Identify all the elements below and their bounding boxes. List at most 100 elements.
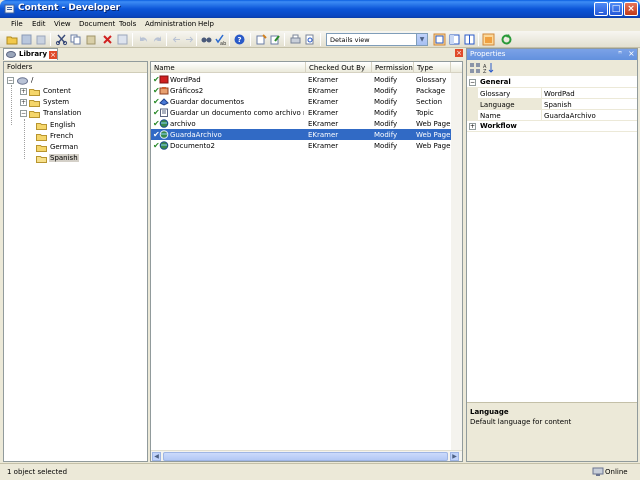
preview-icon[interactable] [303, 33, 316, 46]
tree-node-english[interactable]: English [36, 120, 96, 131]
cell-permission: Modify [374, 120, 398, 128]
cell-name: WordPad [170, 76, 201, 84]
menu-edit[interactable]: Edit [32, 20, 46, 28]
menu-bar: File Edit View Document Tools Administra… [0, 18, 640, 31]
expand-toggle[interactable]: + [20, 88, 27, 95]
menu-file[interactable]: File [11, 20, 23, 28]
redo-icon[interactable] [151, 33, 164, 46]
menu-help[interactable]: Help [198, 20, 214, 28]
close-properties-icon[interactable]: × [628, 49, 635, 58]
maximize-button[interactable]: □ [609, 2, 623, 16]
categorized-icon[interactable] [469, 62, 481, 74]
paste-icon[interactable] [85, 33, 98, 46]
view-mode-select[interactable]: Details view ▼ [326, 33, 428, 46]
category-workflow[interactable]: + Workflow [467, 121, 637, 132]
menu-document[interactable]: Document [79, 20, 115, 28]
scroll-thumb[interactable] [163, 452, 448, 461]
property-value[interactable]: Spanish [544, 101, 572, 109]
tree-node-spanish[interactable]: Spanish [36, 153, 96, 164]
close-library-panel-icon[interactable]: × [455, 49, 463, 57]
close-button[interactable]: × [624, 2, 638, 16]
expand-toggle[interactable]: + [469, 123, 476, 130]
cell-permission: Modify [374, 131, 398, 139]
column-header-permission[interactable]: Permission [372, 62, 414, 73]
cell-permission: Modify [374, 76, 398, 84]
scroll-left-icon[interactable]: ◀ [152, 452, 161, 461]
forward-icon[interactable] [183, 33, 196, 46]
cell-name: Documento2 [170, 142, 216, 150]
property-row-name[interactable]: Name GuardaArchivo [467, 110, 637, 121]
toolbar-separator [250, 33, 251, 46]
minimize-button[interactable]: _ [594, 2, 608, 16]
undo-icon[interactable] [137, 33, 150, 46]
tree-node-label: French [50, 132, 74, 140]
refresh-icon[interactable] [500, 33, 513, 46]
pin-icon[interactable]: ꟸ [618, 50, 622, 58]
tree-node-root[interactable]: − / [7, 75, 67, 86]
property-row-glossary[interactable]: Glossary WordPad [467, 88, 637, 99]
column-header-checked-out-by[interactable]: Checked Out By [306, 62, 372, 73]
table-row[interactable]: ✔ Guardar documentos EKramer Modify Sect… [151, 96, 451, 107]
cut-icon[interactable] [55, 33, 68, 46]
table-row[interactable]: ✔ WordPad EKramer Modify Glossary [151, 74, 451, 85]
property-row-language[interactable]: Language Spanish [467, 99, 637, 110]
status-bar: 1 object selected Online [0, 463, 640, 480]
sort-alphabetical-icon[interactable]: AZ [483, 62, 495, 74]
save-icon[interactable] [20, 33, 33, 46]
properties-title-bar: Properties ꟸ × [467, 49, 637, 60]
copy-icon[interactable] [69, 33, 82, 46]
tree-node-label: Content [43, 87, 71, 95]
properties-icon[interactable] [116, 33, 129, 46]
category-general[interactable]: − General [467, 77, 637, 88]
tree-node-french[interactable]: French [36, 131, 96, 142]
tree-node-translation[interactable]: − Translation [20, 108, 90, 119]
chevron-down-icon[interactable]: ▼ [416, 34, 427, 45]
close-tab-icon[interactable]: × [49, 51, 57, 59]
print-icon[interactable] [289, 33, 302, 46]
find-icon[interactable] [200, 33, 213, 46]
menu-administration[interactable]: Administration [145, 20, 196, 28]
toolbar-separator [132, 33, 133, 46]
menu-tools[interactable]: Tools [119, 20, 136, 28]
split-view-icon[interactable] [463, 33, 476, 46]
list-view-icon[interactable] [448, 33, 461, 46]
tab-library-label: Library [19, 50, 48, 58]
category-label: Workflow [480, 122, 517, 130]
help-icon[interactable]: ? [233, 33, 246, 46]
collapse-toggle[interactable]: − [469, 79, 476, 86]
table-row[interactable]: ✔ Gráficos2 EKramer Modify Package [151, 85, 451, 96]
scroll-right-icon[interactable]: ▶ [450, 452, 459, 461]
save-all-icon[interactable] [34, 33, 47, 46]
cell-name: GuardaArchivo [170, 131, 222, 139]
table-row[interactable]: ✔ Documento2 EKramer Modify Web Page [151, 140, 451, 151]
collapse-toggle[interactable]: − [7, 77, 14, 84]
expand-toggle[interactable]: + [20, 99, 27, 106]
delete-icon[interactable] [101, 33, 114, 46]
details-view-icon[interactable] [433, 33, 446, 46]
table-row[interactable]: ✔ archivo EKramer Modify Web Page [151, 118, 451, 129]
spellcheck-icon[interactable]: ab [214, 33, 227, 46]
property-value[interactable]: WordPad [544, 90, 575, 98]
column-header-type[interactable]: Type [414, 62, 451, 73]
table-row[interactable]: ✔ Guardar un documento como archivo nuev… [151, 107, 451, 118]
horizontal-scrollbar[interactable]: ◀ ▶ [151, 450, 462, 461]
table-row-selected[interactable]: ✔ GuardaArchivo EKramer Modify Web Page [151, 129, 451, 140]
tree-node-system[interactable]: + System [20, 97, 80, 108]
folder-icon [36, 134, 47, 141]
status-message: 1 object selected [7, 468, 68, 476]
publish-icon[interactable] [482, 33, 495, 46]
menu-view[interactable]: View [54, 20, 71, 28]
open-icon[interactable] [6, 33, 19, 46]
category-label: General [480, 78, 511, 86]
property-value[interactable]: GuardaArchivo [544, 112, 596, 120]
folder-open-icon [36, 156, 47, 163]
tab-library[interactable]: Library × [3, 48, 58, 60]
tree-node-content[interactable]: + Content [20, 86, 80, 97]
check-in-icon[interactable] [269, 33, 282, 46]
collapse-toggle[interactable]: − [20, 110, 27, 117]
check-out-icon[interactable] [255, 33, 268, 46]
tree-node-german[interactable]: German [36, 142, 96, 153]
column-header-name[interactable]: Name [151, 62, 306, 73]
vertical-scroll-track[interactable] [451, 73, 462, 451]
properties-toolbar: AZ [467, 60, 637, 76]
